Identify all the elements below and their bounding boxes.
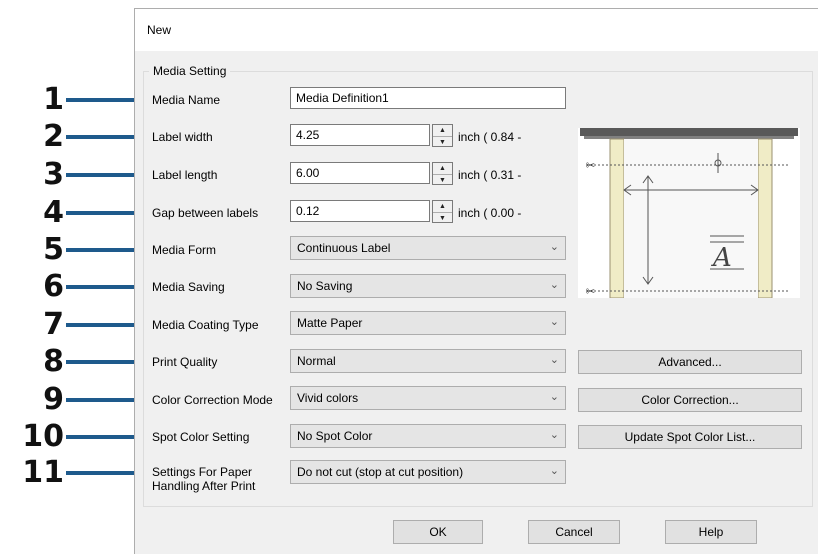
callout-number: 1 — [43, 82, 64, 117]
callout-line — [66, 435, 138, 439]
callout-1: 1 — [0, 83, 152, 117]
callout-line — [66, 98, 138, 102]
media-coating-value: Matte Paper — [297, 316, 363, 330]
gap-label: Gap between labels — [152, 206, 259, 220]
callout-line — [66, 398, 138, 402]
label-length-spinner[interactable]: ▲ ▼ — [432, 162, 453, 185]
chevron-down-icon[interactable]: ⌄ — [550, 464, 559, 477]
label-length-unit: inch ( 0.31 - — [458, 168, 522, 182]
update-spot-color-button[interactable]: Update Spot Color List... — [578, 425, 802, 449]
print-quality-value: Normal — [297, 354, 336, 368]
gap-input[interactable]: 0.12 — [290, 200, 430, 222]
callout-number: 11 — [22, 455, 64, 490]
media-preview-graphic: ✂ ✂ A — [580, 128, 798, 299]
callout-number: 4 — [43, 195, 64, 230]
callout-number: 7 — [43, 307, 64, 342]
callout-7: 7 — [0, 308, 152, 342]
callout-line — [66, 323, 138, 327]
media-saving-label: Media Saving — [152, 280, 225, 294]
spin-up-icon[interactable]: ▲ — [433, 201, 452, 212]
color-correction-value: Vivid colors — [297, 391, 359, 405]
callout-line — [66, 285, 138, 289]
paper-handling-select[interactable]: Do not cut (stop at cut position) ⌄ — [290, 460, 566, 484]
chevron-down-icon[interactable]: ⌄ — [550, 353, 559, 366]
callout-8: 8 — [0, 345, 152, 379]
callout-number: 6 — [43, 269, 64, 304]
label-width-spinner[interactable]: ▲ ▼ — [432, 124, 453, 147]
print-quality-label: Print Quality — [152, 355, 218, 369]
callout-9: 9 — [0, 383, 152, 417]
paper-handling-label-line1: Settings For Paper — [152, 465, 253, 479]
color-correction-button[interactable]: Color Correction... — [578, 388, 802, 412]
advanced-button[interactable]: Advanced... — [578, 350, 802, 374]
callout-number: 2 — [43, 119, 64, 154]
callout-number: 10 — [22, 419, 64, 454]
print-quality-select[interactable]: Normal ⌄ — [290, 349, 566, 373]
color-correction-label: Color Correction Mode — [152, 393, 273, 407]
callout-line — [66, 135, 138, 139]
callout-number: 9 — [43, 382, 64, 417]
window-title: New — [147, 23, 172, 37]
help-button[interactable]: Help — [665, 520, 757, 544]
callout-number: 3 — [43, 157, 64, 192]
media-form-label: Media Form — [152, 243, 217, 257]
callout-11: 11 — [0, 456, 152, 490]
paper-handling-label-line2: Handling After Print — [152, 479, 256, 493]
label-media — [624, 139, 758, 298]
spin-up-icon[interactable]: ▲ — [433, 163, 452, 174]
callout-number: 8 — [43, 344, 64, 379]
spot-color-label: Spot Color Setting — [152, 430, 250, 444]
callout-4: 4 — [0, 196, 152, 230]
spin-down-icon[interactable]: ▼ — [433, 174, 452, 185]
spot-color-select[interactable]: No Spot Color ⌄ — [290, 424, 566, 448]
chevron-down-icon[interactable]: ⌄ — [550, 428, 559, 441]
media-name-label: Media Name — [152, 93, 221, 107]
scissors-icon: ✂ — [586, 159, 595, 172]
media-saving-value: No Saving — [297, 279, 353, 293]
cancel-button[interactable]: Cancel — [528, 520, 620, 544]
ok-button[interactable]: OK — [393, 520, 483, 544]
callout-6: 6 — [0, 270, 152, 304]
label-width-unit: inch ( 0.84 - — [458, 130, 522, 144]
media-saving-select[interactable]: No Saving ⌄ — [290, 274, 566, 298]
label-length-label: Label length — [152, 168, 218, 182]
spin-up-icon[interactable]: ▲ — [433, 125, 452, 136]
label-width-input[interactable]: 4.25 — [290, 124, 430, 146]
callout-line — [66, 248, 138, 252]
gap-unit: inch ( 0.00 - — [458, 206, 522, 220]
callout-number: 5 — [43, 232, 64, 267]
media-coating-select[interactable]: Matte Paper ⌄ — [290, 311, 566, 335]
chevron-down-icon[interactable]: ⌄ — [550, 240, 559, 253]
callout-line — [66, 173, 138, 177]
scissors-icon: ✂ — [586, 285, 595, 298]
media-setting-legend: Media Setting — [149, 64, 231, 78]
chevron-down-icon[interactable]: ⌄ — [550, 278, 559, 291]
roll-shaft — [580, 128, 798, 136]
paper-handling-value: Do not cut (stop at cut position) — [297, 465, 464, 479]
callout-2: 2 — [0, 120, 152, 154]
media-form-select[interactable]: Continuous Label ⌄ — [290, 236, 566, 260]
media-name-input[interactable]: Media Definition1 — [290, 87, 566, 109]
roll-left-edge — [609, 138, 625, 299]
title-bar: New — [135, 9, 818, 51]
label-width-label: Label width — [152, 130, 213, 144]
callout-3: 3 — [0, 158, 152, 192]
media-form-value: Continuous Label — [297, 241, 391, 255]
color-correction-select[interactable]: Vivid colors ⌄ — [290, 386, 566, 410]
chevron-down-icon[interactable]: ⌄ — [550, 315, 559, 328]
media-coating-label: Media Coating Type — [152, 318, 259, 332]
label-length-input[interactable]: 6.00 — [290, 162, 430, 184]
spot-color-value: No Spot Color — [297, 429, 373, 443]
spin-down-icon[interactable]: ▼ — [433, 212, 452, 223]
roll-right-edge — [757, 138, 773, 299]
callout-line — [66, 471, 138, 475]
callout-line — [66, 360, 138, 364]
gap-spinner[interactable]: ▲ ▼ — [432, 200, 453, 223]
callout-5: 5 — [0, 233, 152, 267]
chevron-down-icon[interactable]: ⌄ — [550, 390, 559, 403]
media-preview: ✂ ✂ A — [578, 128, 800, 299]
callout-10: 10 — [0, 420, 152, 454]
spin-down-icon[interactable]: ▼ — [433, 136, 452, 147]
callout-line — [66, 211, 138, 215]
